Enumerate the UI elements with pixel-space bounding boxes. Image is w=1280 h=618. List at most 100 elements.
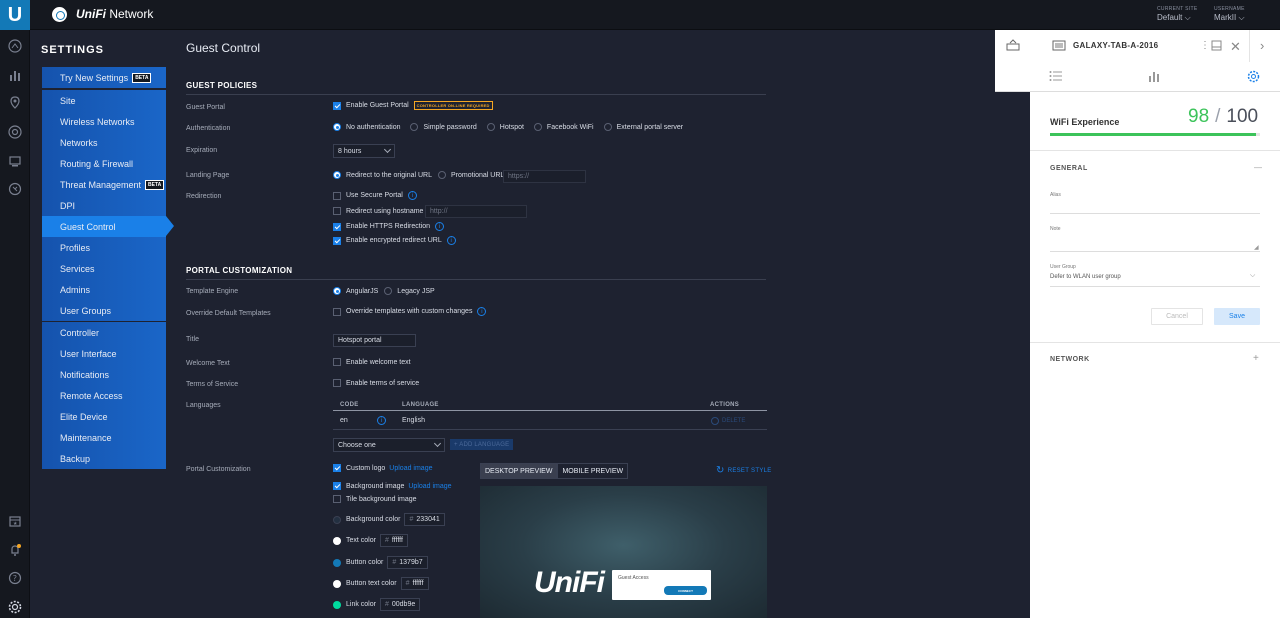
- background-color-row[interactable]: Background color #233041: [333, 513, 445, 526]
- upload-background-link[interactable]: Upload image: [408, 483, 451, 490]
- menu-item-controller[interactable]: Controller: [42, 322, 166, 343]
- radio-promotional-url[interactable]: [438, 171, 446, 179]
- ubiquiti-logo[interactable]: U: [0, 0, 30, 30]
- menu-item-backup[interactable]: Backup: [42, 448, 166, 469]
- tab-details-list-icon[interactable]: [1049, 70, 1063, 84]
- menu-item-guest-control[interactable]: Guest Control: [42, 216, 174, 237]
- menu-item-try-new-settings[interactable]: Try New Settings BETA: [42, 67, 166, 88]
- tab-desktop-preview[interactable]: DESKTOP PREVIEW: [480, 463, 558, 479]
- lang-row-delete-button[interactable]: DELETE: [711, 417, 745, 425]
- color-swatch[interactable]: [333, 579, 341, 588]
- resize-handle-icon[interactable]: ◢: [1254, 244, 1259, 251]
- hex-input[interactable]: #1379b7: [387, 556, 428, 569]
- map-icon[interactable]: [8, 96, 22, 110]
- button-color-row[interactable]: Button color #1379b7: [333, 556, 428, 569]
- menu-item-notifications[interactable]: Notifications: [42, 364, 166, 385]
- color-swatch[interactable]: [333, 600, 341, 609]
- close-icon[interactable]: ✕: [1230, 39, 1241, 55]
- help-icon[interactable]: ?: [8, 571, 22, 585]
- checkbox-unchecked[interactable]: [333, 358, 341, 366]
- info-icon[interactable]: i: [435, 222, 445, 231]
- menu-item-maintenance[interactable]: Maintenance: [42, 427, 166, 448]
- more-options-icon[interactable]: ⋮: [1200, 40, 1210, 51]
- expiration-select[interactable]: 8 hours: [333, 144, 395, 158]
- checkbox-checked[interactable]: [333, 101, 341, 110]
- collapse-icon[interactable]: —: [1254, 163, 1262, 172]
- tab-statistics-icon[interactable]: [1148, 70, 1160, 84]
- events-calendar-icon[interactable]: ★: [8, 514, 22, 528]
- enable-https-redirection-checkbox[interactable]: Enable HTTPS Redirection i: [333, 222, 445, 231]
- hex-input[interactable]: # ffffff: [400, 577, 429, 590]
- enable-welcome-text-checkbox[interactable]: Enable welcome text: [333, 358, 411, 366]
- menu-item-admins[interactable]: Admins: [42, 279, 166, 300]
- info-icon[interactable]: i: [407, 191, 417, 200]
- enable-guest-portal-checkbox[interactable]: Enable Guest Portal CONTROLLER ON-LINE RE…: [333, 101, 493, 110]
- color-swatch[interactable]: [333, 536, 341, 545]
- menu-item-wireless-networks[interactable]: Wireless Networks: [42, 111, 166, 132]
- info-icon[interactable]: i: [446, 236, 456, 245]
- checkbox-unchecked[interactable]: [333, 191, 341, 200]
- info-icon[interactable]: i: [377, 416, 386, 425]
- button-text-color-row[interactable]: Button text color # ffffff: [333, 577, 429, 590]
- checkbox-unchecked[interactable]: [333, 495, 341, 503]
- link-color-row[interactable]: Link color #00db9e: [333, 598, 421, 611]
- choose-language-select[interactable]: Choose one: [333, 438, 445, 452]
- tab-mobile-preview[interactable]: MOBILE PREVIEW: [557, 463, 629, 479]
- menu-item-site[interactable]: Site: [42, 90, 166, 111]
- checkbox-checked[interactable]: [333, 482, 341, 490]
- checkbox-unchecked[interactable]: [333, 379, 341, 387]
- dashboard-icon[interactable]: [8, 39, 22, 53]
- radio-external-portal-server[interactable]: [603, 123, 612, 131]
- user-group-select[interactable]: [1050, 286, 1260, 287]
- override-templates-checkbox[interactable]: Override templates with custom changes i: [333, 307, 487, 316]
- menu-item-elite-device[interactable]: Elite Device: [42, 406, 166, 427]
- menu-item-user-groups[interactable]: User Groups: [42, 300, 166, 321]
- checkbox-unchecked[interactable]: [333, 307, 341, 316]
- color-swatch[interactable]: [333, 515, 341, 524]
- network-heading[interactable]: NETWORK: [1050, 356, 1090, 363]
- checkbox-checked[interactable]: [333, 236, 341, 245]
- hex-input[interactable]: #00db9e: [379, 598, 421, 611]
- cancel-button[interactable]: Cancel: [1151, 308, 1203, 325]
- alerts-bell-icon[interactable]: [8, 543, 22, 557]
- save-button[interactable]: Save: [1214, 308, 1260, 325]
- upload-logo-link[interactable]: Upload image: [389, 465, 432, 472]
- menu-item-user-interface[interactable]: User Interface: [42, 343, 166, 364]
- menu-item-remote-access[interactable]: Remote Access: [42, 385, 166, 406]
- radio-no-authentication[interactable]: [333, 123, 341, 131]
- use-secure-portal-checkbox[interactable]: Use Secure Portal i: [333, 191, 417, 200]
- hex-input[interactable]: #233041: [404, 513, 445, 526]
- devices-icon[interactable]: [8, 125, 22, 139]
- note-textarea[interactable]: [1050, 251, 1260, 252]
- radio-angularjs[interactable]: [333, 287, 341, 295]
- background-image-checkbox[interactable]: Background image Upload image: [333, 482, 452, 490]
- insights-icon[interactable]: [8, 182, 22, 196]
- checkbox-checked[interactable]: [333, 464, 341, 472]
- radio-facebook-wifi[interactable]: [533, 123, 542, 131]
- promotional-url-input[interactable]: https://: [503, 170, 586, 183]
- radio-simple-password[interactable]: [410, 123, 419, 131]
- tab-configuration-gear-icon[interactable]: [1247, 70, 1260, 85]
- reset-style-button[interactable]: ↻ RESET STYLE: [716, 465, 772, 476]
- username-selector[interactable]: USERNAME MarkII ⌵: [1214, 6, 1245, 23]
- info-icon[interactable]: i: [477, 307, 487, 316]
- menu-item-dpi[interactable]: DPI: [42, 195, 166, 216]
- radio-hotspot[interactable]: [486, 123, 495, 131]
- custom-logo-checkbox[interactable]: Custom logo Upload image: [333, 464, 433, 472]
- statistics-icon[interactable]: [8, 68, 22, 82]
- radio-legacy-jsp[interactable]: [384, 287, 393, 295]
- color-swatch[interactable]: [333, 558, 341, 567]
- menu-item-services[interactable]: Services: [42, 258, 166, 279]
- redirect-hostname-checkbox[interactable]: Redirect using hostname: [333, 207, 423, 215]
- current-site-selector[interactable]: CURRENT SITE Default ⌵: [1157, 6, 1197, 23]
- radio-redirect-original-url[interactable]: [333, 171, 341, 179]
- menu-item-networks[interactable]: Networks: [42, 132, 166, 153]
- checkbox-checked[interactable]: [333, 222, 341, 231]
- popout-icon[interactable]: [1211, 40, 1222, 53]
- expand-icon[interactable]: +: [1253, 353, 1259, 364]
- redirect-hostname-input[interactable]: http://: [425, 205, 527, 218]
- chevron-right-icon[interactable]: ›: [1260, 38, 1264, 53]
- enable-terms-checkbox[interactable]: Enable terms of service: [333, 379, 419, 387]
- text-color-row[interactable]: Text color # ffffff: [333, 534, 408, 547]
- menu-item-profiles[interactable]: Profiles: [42, 237, 166, 258]
